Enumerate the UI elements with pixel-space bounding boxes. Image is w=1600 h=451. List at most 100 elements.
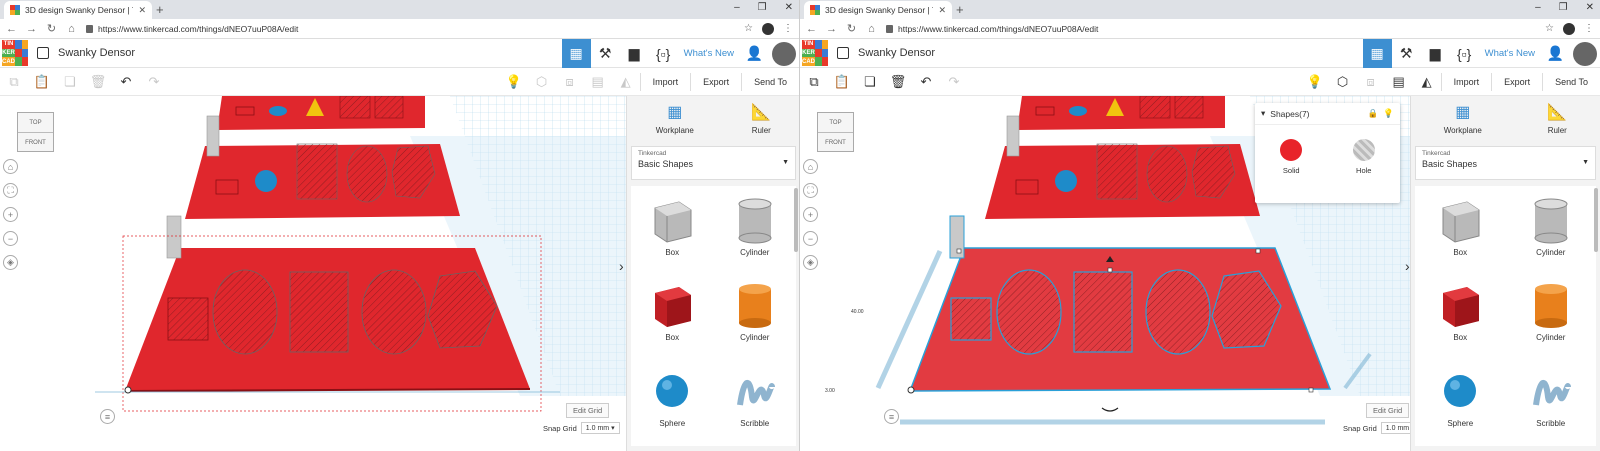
3d-view-icon[interactable]: ▦ [1362, 39, 1392, 68]
send-to-button[interactable]: Send To [1542, 73, 1600, 91]
tinkercad-logo[interactable]: TIN KER CAD [802, 40, 828, 66]
shape-icon[interactable]: ⬡ [528, 74, 556, 90]
tinkercad-logo[interactable]: TIN KER CAD [2, 40, 28, 66]
panel-scrollbar[interactable] [794, 188, 798, 252]
library-select[interactable]: Tinkercad Basic Shapes ▼ [1415, 146, 1596, 180]
fit-view-icon[interactable]: ⛶ [3, 183, 18, 198]
design-title[interactable]: Swanky Densor [858, 47, 935, 59]
delete-icon[interactable]: 🗑 [884, 74, 912, 90]
align-icon[interactable]: ▤ [1385, 74, 1413, 90]
view-cube-front[interactable]: FRONT [818, 133, 853, 152]
home-view-icon[interactable]: ⌂ [803, 159, 818, 174]
shape-cylinder-hole[interactable]: Cylinder [1506, 190, 1597, 270]
undo-icon[interactable]: ↶ [112, 74, 140, 90]
fit-view-icon[interactable]: ⛶ [803, 183, 818, 198]
collapse-panel-icon[interactable]: › [619, 258, 624, 274]
shape-box-hole[interactable]: Box [1415, 190, 1506, 270]
shape-sphere[interactable]: Sphere [631, 361, 714, 441]
export-button[interactable]: Export [690, 73, 741, 91]
design-list-icon[interactable] [37, 47, 49, 59]
panel-scrollbar[interactable] [1594, 188, 1598, 252]
mirror-icon[interactable]: ◭ [1413, 74, 1441, 90]
zoom-in-icon[interactable]: + [3, 207, 18, 222]
shape-box[interactable]: Box [631, 275, 714, 355]
zoom-out-icon[interactable]: − [3, 231, 18, 246]
collapse-icon[interactable]: ▾ [1261, 108, 1265, 119]
ortho-view-icon[interactable]: ◈ [3, 255, 18, 270]
reload-icon[interactable]: ↻ [846, 22, 857, 35]
menu-dots-icon[interactable]: ⋮ [1584, 23, 1594, 34]
blocks-pickaxe-icon[interactable]: ⚒ [591, 39, 620, 68]
import-button[interactable]: Import [1440, 73, 1492, 91]
zoom-out-icon[interactable]: − [803, 231, 818, 246]
home-icon[interactable]: ⌂ [866, 23, 877, 35]
minimize-icon[interactable]: – [1535, 2, 1541, 13]
redo-icon[interactable]: ↷ [940, 74, 968, 90]
back-icon[interactable]: ← [806, 23, 817, 35]
shape-cylinder-hole[interactable]: Cylinder [714, 190, 797, 270]
notes-icon[interactable]: ≡ [884, 409, 899, 424]
extension-icon[interactable] [762, 22, 774, 35]
solid-color-swatch[interactable] [1280, 139, 1303, 161]
view-cube-front[interactable]: FRONT [18, 133, 53, 152]
mirror-icon[interactable]: ◭ [612, 74, 640, 90]
workplane-canvas[interactable] [0, 96, 626, 451]
codeblocks-icon[interactable]: {▫} [649, 39, 678, 68]
whats-new-link[interactable]: What's New [678, 48, 740, 59]
align-icon[interactable]: ▤ [584, 74, 612, 90]
whats-new-link[interactable]: What's New [1479, 48, 1541, 59]
3d-view-icon[interactable]: ▦ [561, 39, 591, 68]
shape-sphere[interactable]: Sphere [1415, 361, 1506, 441]
group-icon[interactable]: ⧈ [1357, 74, 1385, 90]
redo-icon[interactable]: ↷ [140, 74, 168, 90]
url-field[interactable]: https://www.tinkercad.com/things/dNEO7uu… [86, 24, 735, 34]
view-cube[interactable]: TOP FRONT [17, 112, 54, 152]
shape-cylinder[interactable]: Cylinder [714, 275, 797, 355]
close-window-icon[interactable]: ✕ [1586, 2, 1594, 13]
ortho-view-icon[interactable]: ◈ [803, 255, 818, 270]
edit-grid-button[interactable]: Edit Grid [1366, 403, 1410, 418]
url-field[interactable]: https://www.tinkercad.com/things/dNEO7uu… [886, 24, 1536, 34]
shape-box-hole[interactable]: Box [631, 190, 714, 270]
avatar[interactable] [772, 41, 796, 66]
copy-icon[interactable]: ⧉ [0, 74, 28, 90]
avatar[interactable] [1573, 41, 1597, 66]
paste-icon[interactable]: 📋 [28, 74, 56, 90]
home-icon[interactable]: ⌂ [66, 23, 77, 35]
close-tab-icon[interactable]: ✕ [138, 5, 146, 16]
edit-grid-button[interactable]: Edit Grid [566, 403, 610, 418]
collapse-panel-icon[interactable]: › [1405, 258, 1410, 274]
notes-icon[interactable]: ≡ [100, 409, 115, 424]
add-user-icon[interactable]: 👤 [1541, 39, 1570, 68]
hole-swatch[interactable] [1352, 139, 1375, 161]
new-tab-icon[interactable]: + [156, 2, 164, 17]
light-bulb-icon[interactable]: 💡 [500, 74, 528, 90]
add-user-icon[interactable]: 👤 [740, 39, 769, 68]
paste-icon[interactable]: 📋 [828, 74, 856, 90]
home-view-icon[interactable]: ⌂ [3, 159, 18, 174]
export-button[interactable]: Export [1491, 73, 1542, 91]
blocks-pickaxe-icon[interactable]: ⚒ [1392, 39, 1421, 68]
bookmark-star-icon[interactable]: ☆ [1545, 23, 1554, 34]
duplicate-icon[interactable]: ❏ [856, 74, 884, 90]
dimension-side[interactable]: 40.00 [849, 309, 866, 315]
view-cube-top[interactable]: TOP [818, 113, 853, 133]
shape-cylinder[interactable]: Cylinder [1506, 275, 1597, 355]
bricks-icon[interactable]: ▆ [1421, 39, 1450, 68]
ruler-tool[interactable]: 📐 Ruler [1547, 102, 1567, 142]
shape-box[interactable]: Box [1415, 275, 1506, 355]
back-icon[interactable]: ← [6, 23, 17, 35]
copy-icon[interactable]: ⧉ [800, 74, 828, 90]
workplane-tool[interactable]: ▦ Workplane [1444, 102, 1482, 142]
zoom-in-icon[interactable]: + [803, 207, 818, 222]
shape-icon[interactable]: ⬡ [1329, 74, 1357, 90]
browser-tab[interactable]: 3D design Swanky Densor | Tinke ✕ [4, 1, 152, 19]
delete-icon[interactable]: 🗑 [84, 74, 112, 90]
undo-icon[interactable]: ↶ [912, 74, 940, 90]
browser-tab[interactable]: 3D design Swanky Densor | Tinke ✕ [804, 1, 952, 19]
library-select[interactable]: Tinkercad Basic Shapes ▼ [631, 146, 796, 180]
restore-icon[interactable]: ❐ [1559, 2, 1568, 13]
send-to-button[interactable]: Send To [741, 73, 799, 91]
solid-option[interactable]: Solid [1280, 139, 1303, 175]
close-window-icon[interactable]: ✕ [785, 2, 793, 13]
